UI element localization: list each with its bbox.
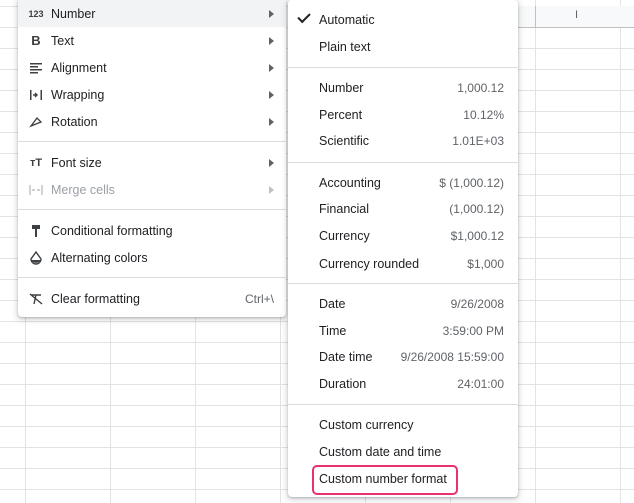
submenu-item-label: Time [319, 323, 347, 338]
menu-divider [18, 277, 286, 278]
fill-drop-icon [28, 250, 44, 266]
submenu-item-plain-text[interactable]: Plain text [288, 33, 518, 60]
menu-divider [288, 162, 518, 163]
paint-roller-icon [28, 223, 44, 239]
menu-divider [288, 283, 518, 284]
submenu-item-automatic[interactable]: Automatic [288, 6, 518, 33]
menu-divider [18, 209, 286, 210]
checkmark-icon [297, 9, 311, 24]
format-example: 9/26/2008 15:59:00 [400, 349, 504, 364]
format-example: 3:59:00 PM [442, 323, 504, 338]
submenu-item-label: Date [319, 296, 346, 311]
format-example: $1,000 [467, 256, 504, 271]
submenu-item-percent[interactable]: Percent 10.12% [288, 101, 518, 128]
menu-item-label: Number [51, 6, 96, 21]
menu-item-rotation[interactable]: Rotation [18, 108, 286, 135]
format-example: $1,000.12 [450, 228, 504, 243]
format-example: 9/26/2008 [450, 296, 504, 311]
submenu-item-duration[interactable]: Duration 24:01:00 [288, 370, 518, 397]
submenu-item-custom-date-and-time[interactable]: Custom date and time [288, 438, 518, 465]
clear-format-icon [28, 291, 44, 307]
menu-item-label: Clear formatting [51, 291, 140, 306]
submenu-item-label: Scientific [319, 133, 370, 148]
menu-item-label: Alignment [51, 60, 107, 75]
submenu-item-financial[interactable]: Financial (1,000.12) [288, 195, 518, 222]
menu-item-label: Rotation [51, 114, 98, 129]
format-example: 1.01E+03 [452, 133, 504, 148]
font-size-icon: тT [29, 156, 43, 169]
submenu-arrow-icon [269, 158, 274, 167]
menu-item-label: Wrapping [51, 87, 105, 102]
submenu-item-label: Number [319, 80, 364, 95]
menu-item-conditional-formatting[interactable]: Conditional formatting [18, 217, 286, 244]
format-menu: 123 Number B Text Alignment Wrapping Rot… [18, 0, 286, 317]
format-example: $ (1,000.12) [439, 175, 504, 190]
submenu-item-label: Custom date and time [319, 444, 442, 459]
submenu-item-label: Date time [319, 349, 373, 364]
submenu-item-date-time[interactable]: Date time 9/26/2008 15:59:00 [288, 343, 518, 370]
menu-item-text[interactable]: B Text [18, 27, 286, 54]
submenu-arrow-icon [269, 90, 274, 99]
submenu-arrow-icon [269, 63, 274, 72]
shortcut-label: Ctrl+\ [244, 291, 274, 306]
wrap-icon [28, 87, 44, 103]
submenu-item-label: Financial [319, 201, 370, 216]
submenu-item-time[interactable]: Time 3:59:00 PM [288, 317, 518, 344]
menu-divider [288, 404, 518, 405]
123-icon: 123 [28, 8, 44, 19]
format-example: 1,000.12 [457, 80, 504, 95]
column-header-divider [535, 6, 536, 27]
menu-divider [288, 67, 518, 68]
number-format-submenu: Automatic Plain text Number 1,000.12 Per… [288, 0, 518, 497]
submenu-item-label: Plain text [319, 39, 371, 54]
submenu-item-label: Automatic [319, 12, 375, 27]
menu-item-label: Merge cells [51, 182, 115, 197]
submenu-arrow-icon [269, 36, 274, 45]
submenu-item-scientific[interactable]: Scientific 1.01E+03 [288, 127, 518, 154]
submenu-arrow-icon [269, 9, 274, 18]
submenu-item-currency[interactable]: Currency $1,000.12 [288, 222, 518, 249]
submenu-item-label: Accounting [319, 175, 381, 190]
submenu-item-label: Currency rounded [319, 256, 420, 271]
submenu-item-accounting[interactable]: Accounting $ (1,000.12) [288, 169, 518, 196]
submenu-item-number[interactable]: Number 1,000.12 [288, 74, 518, 101]
menu-divider [18, 141, 286, 142]
submenu-item-label: Duration [319, 376, 367, 391]
rotation-icon [28, 114, 44, 130]
merge-cells-icon [28, 182, 44, 198]
submenu-arrow-icon [269, 185, 274, 194]
menu-item-wrapping[interactable]: Wrapping [18, 81, 286, 108]
menu-item-number[interactable]: 123 Number [18, 0, 286, 27]
submenu-item-label: Percent [319, 107, 363, 122]
custom-number-format-highlight [312, 465, 458, 495]
submenu-item-date[interactable]: Date 9/26/2008 [288, 290, 518, 317]
format-example: 24:01:00 [457, 376, 504, 391]
menu-item-label: Text [51, 33, 74, 48]
submenu-item-label: Currency [319, 228, 370, 243]
format-example: 10.12% [463, 107, 504, 122]
format-example: (1,000.12) [449, 201, 504, 216]
submenu-item-label: Custom currency [319, 417, 414, 432]
menu-item-merge-cells[interactable]: Merge cells [18, 176, 286, 203]
menu-item-alternating-colors[interactable]: Alternating colors [18, 244, 286, 271]
menu-item-label: Font size [51, 155, 102, 170]
submenu-item-currency-rounded[interactable]: Currency rounded $1,000 [288, 250, 518, 277]
bold-icon: B [31, 33, 41, 48]
menu-item-alignment[interactable]: Alignment [18, 54, 286, 81]
column-header-i[interactable]: I [575, 9, 578, 21]
submenu-arrow-icon [269, 117, 274, 126]
align-left-icon [28, 60, 44, 76]
menu-item-label: Alternating colors [51, 250, 148, 265]
menu-item-label: Conditional formatting [51, 223, 173, 238]
submenu-item-custom-currency[interactable]: Custom currency [288, 411, 518, 438]
menu-item-clear-formatting[interactable]: Clear formatting Ctrl+\ [18, 285, 286, 312]
menu-item-font-size[interactable]: тT Font size [18, 149, 286, 176]
